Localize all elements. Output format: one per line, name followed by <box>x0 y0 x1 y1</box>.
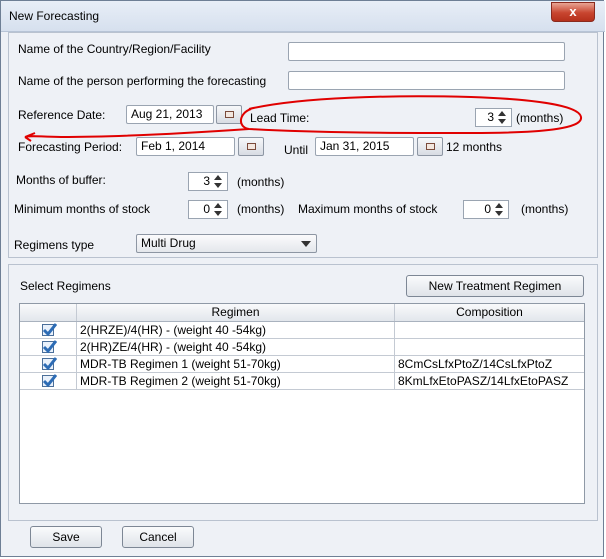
table-row[interactable]: 2(HR)ZE/4(HR) - (weight 40 -54kg) <box>20 339 584 356</box>
calendar-icon <box>247 143 256 150</box>
forecasting-start-calendar-button[interactable] <box>238 137 264 156</box>
max-stock-spinner[interactable]: 0 <box>463 200 509 219</box>
regimens-type-select[interactable]: Multi Drug <box>136 234 317 253</box>
close-button[interactable]: x <box>551 2 595 22</box>
calendar-icon <box>225 111 234 118</box>
lead-time-value: 3 <box>487 110 494 124</box>
header-regimen[interactable]: Regimen <box>77 304 395 321</box>
buffer-spinner[interactable]: 3 <box>188 172 228 191</box>
table-header: Regimen Composition <box>20 304 584 322</box>
country-field[interactable] <box>288 42 565 61</box>
country-label: Name of the Country/Region/Facility <box>18 42 211 56</box>
calendar-icon <box>426 143 435 150</box>
spinner-arrows-icon[interactable] <box>497 109 509 126</box>
person-label: Name of the person performing the foreca… <box>18 74 267 88</box>
row-checkbox-cell <box>20 373 77 389</box>
min-stock-label: Minimum months of stock <box>14 202 151 216</box>
composition-cell <box>395 322 584 338</box>
min-stock-value: 0 <box>203 202 210 216</box>
new-treatment-regimen-button[interactable]: New Treatment Regimen <box>406 275 584 297</box>
forecasting-period-label: Forecasting Period: <box>18 140 123 154</box>
composition-cell <box>395 339 584 355</box>
regimen-checkbox[interactable] <box>42 340 57 354</box>
table-row[interactable]: MDR-TB Regimen 2 (weight 51-70kg) 8KmLfx… <box>20 373 584 390</box>
lead-time-label: Lead Time: <box>250 111 310 125</box>
forecasting-end-calendar-button[interactable] <box>417 137 443 156</box>
buffer-label: Months of buffer: <box>16 173 106 187</box>
spinner-arrows-icon[interactable] <box>213 173 225 190</box>
row-checkbox-cell <box>20 322 77 338</box>
regimens-type-value: Multi Drug <box>141 236 196 250</box>
reference-date-calendar-button[interactable] <box>216 105 242 124</box>
lead-time-spinner[interactable]: 3 <box>475 108 512 127</box>
buffer-unit: (months) <box>237 175 285 189</box>
regimen-cell: 2(HRZE)/4(HR) - (weight 40 -54kg) <box>77 322 395 338</box>
forecasting-period-end-field[interactable]: Jan 31, 2015 <box>315 137 414 156</box>
min-stock-unit: (months) <box>237 202 285 216</box>
regimen-cell: MDR-TB Regimen 1 (weight 51-70kg) <box>77 356 395 372</box>
dropdown-caret-icon <box>301 241 311 247</box>
checkmark-icon <box>42 357 57 371</box>
regimen-cell: 2(HR)ZE/4(HR) - (weight 40 -54kg) <box>77 339 395 355</box>
window-title: New Forecasting <box>9 9 100 23</box>
reference-date-field[interactable]: Aug 21, 2013 <box>126 105 214 124</box>
checkmark-icon <box>42 374 57 388</box>
checkmark-icon <box>42 323 57 337</box>
period-length: 12 months <box>446 140 503 154</box>
row-checkbox-cell <box>20 356 77 372</box>
max-stock-value: 0 <box>484 202 491 216</box>
new-forecasting-dialog: New Forecasting x Name of the Country/Re… <box>0 0 605 557</box>
max-stock-label: Maximum months of stock <box>298 202 438 216</box>
close-icon[interactable]: x <box>569 4 576 19</box>
regimen-checkbox[interactable] <box>42 357 57 371</box>
row-checkbox-cell <box>20 339 77 355</box>
min-stock-spinner[interactable]: 0 <box>188 200 228 219</box>
spinner-arrows-icon[interactable] <box>494 201 506 218</box>
header-composition[interactable]: Composition <box>395 304 584 321</box>
title-bar: New Forecasting x <box>1 1 605 32</box>
regimens-type-label: Regimens type <box>14 238 95 252</box>
header-checkbox-column <box>20 304 77 321</box>
table-row[interactable]: MDR-TB Regimen 1 (weight 51-70kg) 8CmCsL… <box>20 356 584 373</box>
person-field[interactable] <box>288 71 565 90</box>
until-label: Until <box>284 143 309 157</box>
forecasting-period-start-field[interactable]: Feb 1, 2014 <box>136 137 235 156</box>
select-regimens-label: Select Regimens <box>20 279 111 293</box>
lead-time-unit: (months) <box>516 111 564 125</box>
max-stock-unit: (months) <box>521 202 569 216</box>
cancel-button[interactable]: Cancel <box>122 526 194 548</box>
buffer-value: 3 <box>203 174 210 188</box>
reference-date-label: Reference Date: <box>18 108 106 122</box>
regimens-table: Regimen Composition 2(HRZE)/4(HR) - (wei… <box>19 303 585 504</box>
checkmark-icon <box>42 340 57 354</box>
regimen-cell: MDR-TB Regimen 2 (weight 51-70kg) <box>77 373 395 389</box>
regimen-checkbox[interactable] <box>42 374 57 388</box>
table-row[interactable]: 2(HRZE)/4(HR) - (weight 40 -54kg) <box>20 322 584 339</box>
composition-cell: 8KmLfxEtoPASZ/14LfxEtoPASZ <box>398 374 569 388</box>
regimen-checkbox[interactable] <box>42 323 57 337</box>
spinner-arrows-icon[interactable] <box>213 201 225 218</box>
save-button[interactable]: Save <box>30 526 102 548</box>
composition-cell: 8CmCsLfxPtoZ/14CsLfxPtoZ <box>398 357 553 371</box>
